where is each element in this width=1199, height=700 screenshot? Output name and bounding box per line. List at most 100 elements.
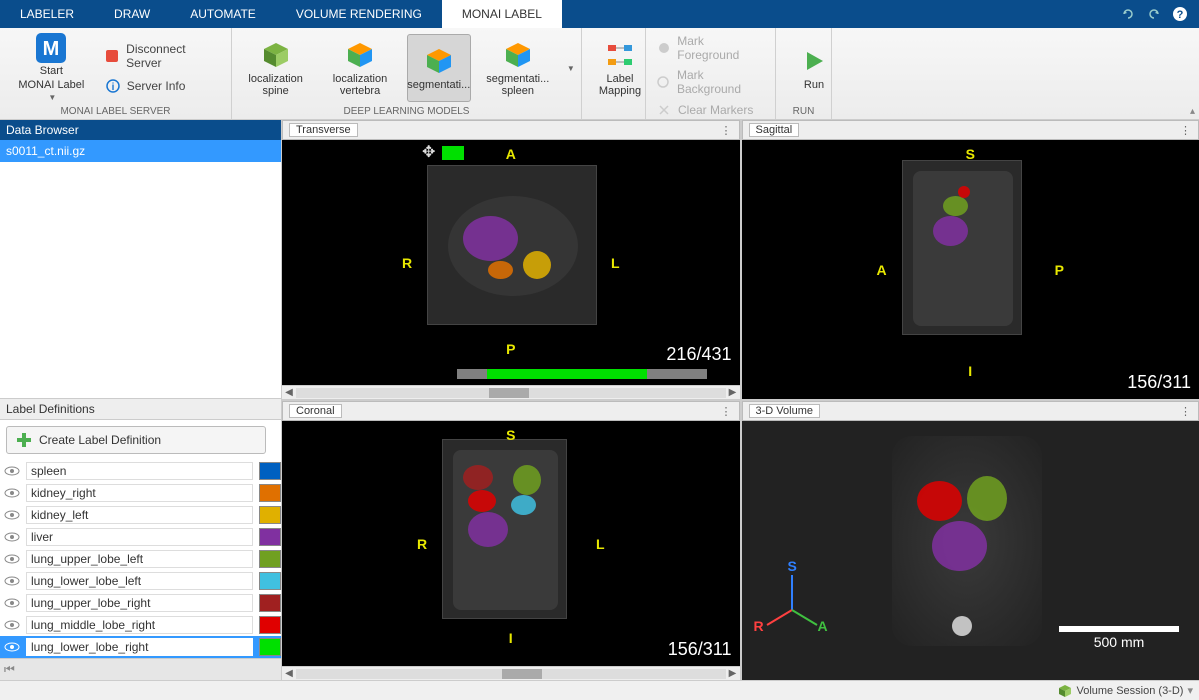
viewport-canvas[interactable]: S I A P 156/311: [742, 140, 1199, 399]
visibility-icon[interactable]: [4, 507, 20, 523]
label-row[interactable]: lung_middle_lobe_right: [0, 614, 281, 636]
label-name[interactable]: lung_upper_lobe_left: [26, 550, 253, 568]
orient-label: L: [611, 255, 620, 271]
model-localization-spine[interactable]: localization spine: [238, 34, 313, 102]
label-color-swatch[interactable]: [259, 594, 281, 612]
cube-icon: [423, 45, 455, 77]
play-icon: [798, 45, 830, 77]
label-name[interactable]: spleen: [26, 462, 253, 480]
label-color-swatch[interactable]: [259, 506, 281, 524]
label-row[interactable]: lung_lower_lobe_left: [0, 570, 281, 592]
visibility-icon[interactable]: [4, 617, 20, 633]
label-color-swatch[interactable]: [259, 638, 281, 656]
mapping-group-label: [588, 104, 639, 117]
label-row[interactable]: lung_upper_lobe_left: [0, 548, 281, 570]
model-localization-vertebra[interactable]: localization vertebra: [317, 34, 403, 102]
help-icon[interactable]: ?: [1171, 5, 1189, 23]
label-color-swatch[interactable]: [259, 462, 281, 480]
tab-monai-label[interactable]: MONAI LABEL: [442, 0, 562, 28]
chevron-down-icon: ▼: [567, 64, 575, 73]
viewport-canvas[interactable]: S R A 500 mm: [742, 421, 1199, 680]
scroll-right-icon[interactable]: ▶: [726, 387, 740, 398]
cursor-icon: ✥: [422, 142, 435, 162]
start-monai-button[interactable]: M Start MONAI Label ▼: [6, 34, 97, 102]
mark-foreground-button: Mark Foreground: [652, 32, 769, 64]
model-segmentation-spleen[interactable]: segmentati... spleen: [475, 34, 561, 102]
label-mapping-button[interactable]: Label Mapping: [588, 34, 652, 102]
orient-label: R: [417, 536, 427, 552]
tab-automate[interactable]: AUTOMATE: [170, 0, 276, 28]
visibility-icon[interactable]: [4, 595, 20, 611]
label-color-swatch[interactable]: [259, 572, 281, 590]
orient-label: R: [402, 255, 412, 271]
viewport-menu-icon[interactable]: ⋮: [721, 124, 733, 137]
nav-first-icon[interactable]: ⏮: [4, 662, 15, 677]
scroll-left-icon[interactable]: ◀: [282, 668, 296, 679]
volume-render: [892, 436, 1042, 646]
tab-draw[interactable]: DRAW: [94, 0, 170, 28]
viewport-scrollbar[interactable]: ◀▶: [282, 385, 740, 399]
label-row[interactable]: kidney_right: [0, 482, 281, 504]
orient-label: A: [877, 262, 887, 278]
label-row[interactable]: liver: [0, 526, 281, 548]
label-name[interactable]: lung_middle_lobe_right: [26, 616, 253, 634]
server-info-button[interactable]: i Server Info: [101, 76, 225, 96]
viewport-menu-icon[interactable]: ⋮: [721, 405, 733, 418]
slice-counter: 156/311: [668, 639, 732, 660]
label-name[interactable]: kidney_right: [26, 484, 253, 502]
cube-icon: [344, 39, 376, 71]
label-name[interactable]: kidney_left: [26, 506, 253, 524]
run-group-label: RUN: [782, 104, 825, 117]
visibility-icon[interactable]: [4, 485, 20, 501]
label-row[interactable]: spleen: [0, 460, 281, 482]
brush-fg-icon: [656, 40, 671, 56]
undo-icon[interactable]: [1119, 5, 1137, 23]
label-name[interactable]: lung_upper_lobe_right: [26, 594, 253, 612]
data-item[interactable]: s0011_ct.nii.gz: [0, 140, 281, 162]
plus-icon: [15, 431, 33, 449]
label-name[interactable]: lung_lower_lobe_right: [26, 638, 253, 656]
label-color-swatch[interactable]: [259, 484, 281, 502]
scroll-left-icon[interactable]: ◀: [282, 387, 296, 398]
ribbon-collapse-icon[interactable]: ▴: [1190, 106, 1195, 117]
create-label-button[interactable]: Create Label Definition: [6, 426, 266, 454]
slice-counter: 216/431: [666, 344, 731, 365]
svg-text:?: ?: [1177, 9, 1184, 21]
orient-label: I: [509, 630, 513, 646]
viewport-menu-icon[interactable]: ⋮: [1180, 124, 1192, 137]
viewport-canvas[interactable]: A P R L 216/431 ✥: [282, 140, 740, 385]
models-dropdown[interactable]: ▼: [565, 64, 575, 73]
server-group-label: MONAI LABEL SERVER: [6, 104, 225, 117]
label-color-swatch[interactable]: [259, 550, 281, 568]
visibility-icon[interactable]: [4, 463, 20, 479]
scroll-right-icon[interactable]: ▶: [726, 668, 740, 679]
mapping-icon: [604, 39, 636, 71]
redo-icon[interactable]: [1145, 5, 1163, 23]
visibility-icon[interactable]: [4, 573, 20, 589]
label-row[interactable]: kidney_left: [0, 504, 281, 526]
data-browser-list[interactable]: s0011_ct.nii.gz: [0, 140, 281, 162]
tab-labeler[interactable]: LABELER: [0, 0, 94, 28]
viewport-menu-icon[interactable]: ⋮: [1180, 405, 1192, 418]
label-name[interactable]: liver: [26, 528, 253, 546]
orient-label: P: [506, 341, 515, 357]
label-name[interactable]: lung_lower_lobe_left: [26, 572, 253, 590]
svg-text:M: M: [43, 38, 60, 60]
svg-text:i: i: [111, 82, 114, 93]
label-color-swatch[interactable]: [259, 616, 281, 634]
visibility-icon[interactable]: [4, 529, 20, 545]
viewport-title: Transverse: [289, 123, 358, 137]
status-bar: Volume Session (3-D) ▾: [0, 680, 1199, 700]
session-dropdown-icon[interactable]: ▾: [1187, 684, 1193, 697]
label-color-swatch[interactable]: [259, 528, 281, 546]
visibility-icon[interactable]: [4, 551, 20, 567]
viewport-title: Coronal: [289, 404, 342, 418]
label-row[interactable]: lung_upper_lobe_right: [0, 592, 281, 614]
viewport-canvas[interactable]: S I R L 156/311: [282, 421, 740, 666]
label-row[interactable]: lung_lower_lobe_right: [0, 636, 281, 658]
visibility-icon[interactable]: [4, 639, 20, 655]
viewport-scrollbar[interactable]: ◀▶: [282, 666, 740, 680]
model-segmentation[interactable]: segmentati...: [407, 34, 471, 102]
tab-volume-rendering[interactable]: VOLUME RENDERING: [276, 0, 442, 28]
disconnect-server-button[interactable]: Disconnect Server: [101, 40, 225, 72]
